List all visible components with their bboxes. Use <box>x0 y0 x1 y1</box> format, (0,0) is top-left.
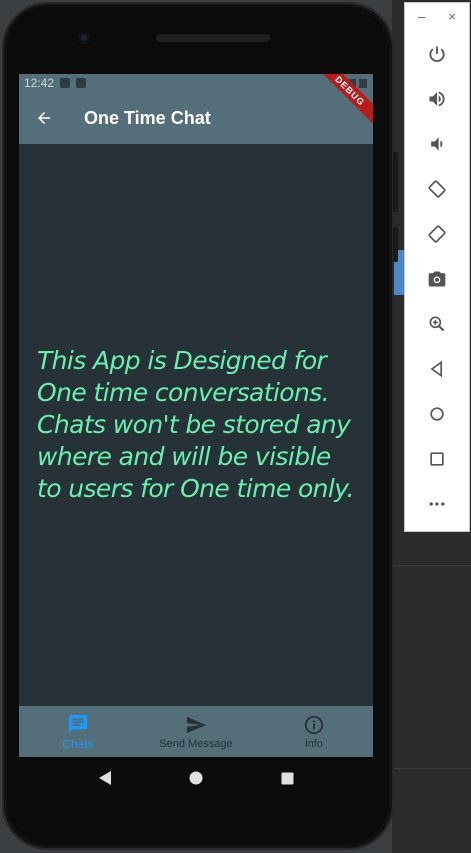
rotate-right-icon <box>428 225 446 243</box>
power-icon <box>429 46 445 62</box>
home-circle-icon[interactable] <box>189 771 203 785</box>
home-icon <box>430 407 444 421</box>
info-icon <box>304 715 324 734</box>
overview-square-icon[interactable] <box>281 772 294 785</box>
tab-info[interactable]: info <box>255 706 373 757</box>
notification-icon <box>60 78 71 88</box>
back-button[interactable] <box>19 92 69 144</box>
chat-icon <box>68 714 88 733</box>
info-message: This App is Designed for One time conver… <box>37 346 354 503</box>
tab-label: Chats <box>62 736 94 751</box>
volume-button <box>393 152 398 212</box>
system-navigation-bar <box>19 757 373 799</box>
zoom-icon <box>429 316 445 332</box>
tab-label: info <box>305 737 323 750</box>
rotate-left-icon <box>428 180 446 198</box>
back-triangle-icon[interactable] <box>98 770 112 786</box>
power-button[interactable] <box>405 34 469 74</box>
main-content: This App is Designed for One time conver… <box>19 144 373 706</box>
more-button[interactable] <box>405 484 469 524</box>
send-icon <box>186 716 207 733</box>
home-button[interactable] <box>405 394 469 434</box>
divider <box>392 565 471 566</box>
back-icon <box>430 360 442 378</box>
arrow-back-icon <box>38 112 50 124</box>
window-controls: – × <box>405 3 469 27</box>
overview-icon <box>430 452 444 466</box>
page-title: One Time Chat <box>84 107 211 128</box>
bottom-navigation: Chats Send Message info <box>19 706 373 757</box>
status-bar: 12:42 <box>19 74 373 92</box>
device-screen: 12:42 DEBUG One Time Chat This App is De… <box>19 74 373 757</box>
camera-icon <box>428 271 446 287</box>
volume-down-button[interactable] <box>405 124 469 164</box>
power-button <box>393 227 398 262</box>
zoom-button[interactable] <box>405 304 469 344</box>
tab-chats[interactable]: Chats <box>19 706 137 757</box>
volume-down-icon <box>431 137 443 151</box>
status-time: 12:42 <box>24 76 55 90</box>
sd-card-icon <box>76 78 87 88</box>
rotate-left-button[interactable] <box>405 169 469 209</box>
app-bar: One Time Chat <box>19 92 373 144</box>
volume-up-icon <box>429 91 445 107</box>
tab-send-message[interactable]: Send Message <box>137 706 255 757</box>
battery-icon <box>359 78 367 88</box>
overview-button[interactable] <box>405 439 469 479</box>
earpiece-speaker <box>156 34 270 42</box>
volume-up-button[interactable] <box>405 79 469 119</box>
emulator-toolbar: – × <box>404 2 470 532</box>
close-button[interactable]: × <box>448 9 456 27</box>
screenshot-button[interactable] <box>405 259 469 299</box>
more-icon <box>429 502 445 506</box>
front-camera <box>78 32 90 44</box>
tab-label: Send Message <box>159 737 233 750</box>
phone-frame: 12:42 DEBUG One Time Chat This App is De… <box>2 2 398 850</box>
back-button[interactable] <box>405 349 469 389</box>
divider <box>392 768 471 769</box>
rotate-right-button[interactable] <box>405 214 469 254</box>
minimize-button[interactable]: – <box>418 9 425 27</box>
